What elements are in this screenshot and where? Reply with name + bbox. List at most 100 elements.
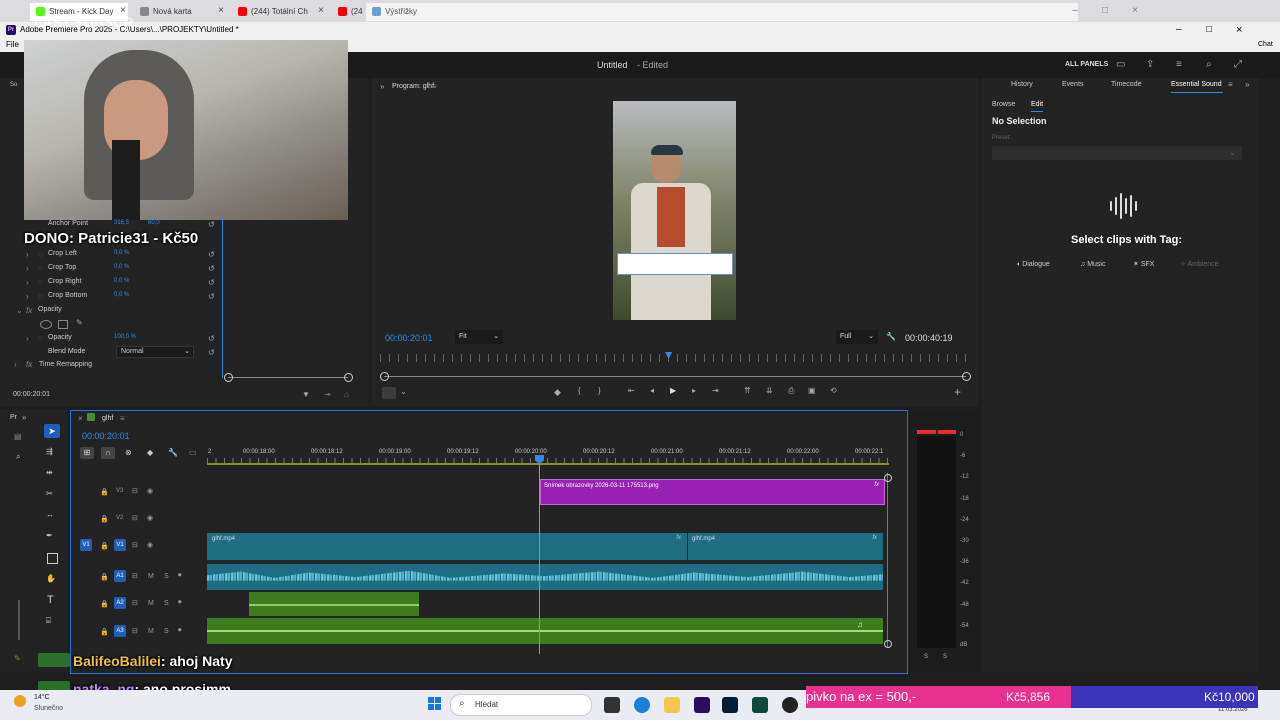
mute-icon[interactable]: M bbox=[148, 573, 154, 580]
reset-icon[interactable]: ↺ bbox=[208, 278, 215, 287]
reset-icon[interactable]: ↺ bbox=[208, 348, 215, 357]
timeline-scroll-track[interactable] bbox=[887, 473, 888, 647]
task-view-icon[interactable] bbox=[604, 697, 620, 713]
subtab-edit[interactable]: Edit bbox=[1031, 101, 1043, 108]
eye-icon[interactable]: ◉ bbox=[147, 514, 153, 522]
timeline-timecode[interactable]: 00:00:20:01 bbox=[82, 431, 130, 441]
chevron-right-icon[interactable]: › bbox=[26, 264, 29, 273]
anchor-y-value[interactable]: 60,0 bbox=[148, 220, 160, 226]
add-button-icon[interactable]: + bbox=[954, 385, 961, 399]
go-to-in-icon[interactable]: ⇤ bbox=[628, 386, 635, 395]
menu-icon[interactable]: ≡ bbox=[1228, 80, 1233, 89]
chevron-right-icon[interactable]: › bbox=[26, 278, 29, 287]
sync-lock-icon[interactable]: ⊟ bbox=[132, 514, 138, 522]
search-icon[interactable]: ⌕ bbox=[16, 452, 20, 462]
premiere-taskbar-icon[interactable] bbox=[694, 697, 710, 713]
reset-icon[interactable]: ↺ bbox=[208, 250, 215, 259]
wrench-icon[interactable]: 🔧 bbox=[886, 332, 896, 341]
lift-icon[interactable]: ⇈ bbox=[744, 386, 751, 395]
vr-icon[interactable]: ⟲ bbox=[830, 386, 837, 395]
fx-icon[interactable]: fx bbox=[676, 535, 681, 541]
mark-out-icon[interactable]: } bbox=[598, 386, 601, 395]
panel-scroll[interactable] bbox=[18, 600, 20, 640]
crop-left-value[interactable]: 0,0 % bbox=[114, 250, 129, 256]
timeline-ruler[interactable]: 2 00:00:18:00 00:00:18:12 00:00:19:00 00… bbox=[207, 444, 889, 466]
all-panels-button[interactable]: ALL PANELS bbox=[1065, 61, 1108, 68]
tag-sfx-button[interactable]: ✶ SFX bbox=[1133, 259, 1173, 271]
lock-icon[interactable]: 🔒 bbox=[100, 600, 109, 608]
tab-events[interactable]: Events bbox=[1062, 81, 1083, 88]
add-marker-icon[interactable]: ◆ bbox=[554, 387, 561, 398]
menu-icon[interactable]: ≡ bbox=[432, 82, 437, 91]
razor-tool-icon[interactable]: ✂ bbox=[46, 489, 53, 498]
slip-tool-icon[interactable]: ↔ bbox=[46, 510, 54, 519]
sync-lock-icon[interactable]: ⊟ bbox=[132, 541, 138, 549]
settings-icon[interactable]: ⌂ bbox=[344, 390, 349, 399]
sync-lock-icon[interactable]: ⊟ bbox=[132, 599, 138, 607]
fx-icon[interactable]: fx bbox=[872, 535, 877, 541]
track-label-a1[interactable]: A1 bbox=[114, 570, 126, 582]
effect-timecode[interactable]: 00:00:20:01 bbox=[13, 391, 50, 398]
step-back-icon[interactable]: ◂ bbox=[650, 386, 654, 395]
chevron-right-icon[interactable]: › bbox=[26, 292, 29, 301]
stopwatch-icon[interactable]: ◌ bbox=[38, 292, 43, 301]
close-tab-icon[interactable]: × bbox=[314, 3, 328, 19]
share-icon[interactable]: ⇪ bbox=[1146, 59, 1154, 71]
solo-right-button[interactable]: S bbox=[943, 654, 947, 660]
tab-essential-sound[interactable]: Essential Sound bbox=[1171, 81, 1222, 88]
minimize-icon[interactable]: – bbox=[1068, 3, 1082, 19]
browser-tab-youtube[interactable]: (244) Totální Ch bbox=[232, 3, 326, 21]
mute-icon[interactable]: M bbox=[148, 600, 154, 607]
solo-icon[interactable]: S bbox=[164, 600, 169, 607]
lock-icon[interactable]: 🔒 bbox=[100, 488, 109, 496]
chevron-down-icon[interactable]: ⌄ bbox=[400, 387, 407, 396]
crop-top-value[interactable]: 0,0 % bbox=[114, 264, 129, 270]
reset-icon[interactable]: ↺ bbox=[208, 292, 215, 301]
lock-icon[interactable]: 🔒 bbox=[100, 542, 109, 550]
video-clip[interactable]: glhf.mp4 fx bbox=[207, 533, 687, 560]
zoom-dropdown[interactable]: Fit ⌄ bbox=[455, 330, 503, 344]
sync-lock-icon[interactable]: ⊟ bbox=[132, 572, 138, 580]
tag-music-button[interactable]: ♫ Music bbox=[1080, 259, 1126, 271]
anchor-x-value[interactable]: 316,5 bbox=[114, 220, 129, 226]
audio-clip-a3[interactable]: ♫ bbox=[207, 618, 883, 644]
scroll-handle-right[interactable] bbox=[962, 372, 971, 381]
ripple-edit-tool-icon[interactable]: ⇹ bbox=[46, 468, 53, 477]
snap-icon[interactable]: ∩ bbox=[101, 447, 115, 459]
snipping-tool-window[interactable]: Výstřižky bbox=[366, 3, 1078, 21]
extract-icon[interactable]: ⇊ bbox=[766, 386, 773, 395]
reset-icon[interactable]: ↺ bbox=[208, 264, 215, 273]
pen-mask-icon[interactable]: ✎ bbox=[76, 318, 83, 327]
menu-file[interactable]: File bbox=[6, 38, 19, 52]
menu-icon[interactable]: ≡ bbox=[120, 414, 125, 423]
mute-icon[interactable]: M bbox=[148, 628, 154, 635]
tab-timecode[interactable]: Timecode bbox=[1111, 81, 1141, 88]
fullscreen-icon[interactable]: ⤢ bbox=[1234, 59, 1242, 71]
file-explorer-icon[interactable] bbox=[664, 697, 680, 713]
sync-lock-icon[interactable]: ⊟ bbox=[132, 487, 138, 495]
expand-icon[interactable]: » bbox=[22, 413, 26, 422]
pen-tool-icon[interactable]: ✒ bbox=[46, 531, 53, 540]
scroll-handle-left[interactable] bbox=[224, 373, 233, 382]
voiceover-mic-icon[interactable]: ⏺ bbox=[178, 627, 182, 635]
sync-lock-icon[interactable]: ⊟ bbox=[132, 627, 138, 635]
wrench-icon[interactable]: 🔧 bbox=[168, 448, 178, 457]
edge-icon[interactable] bbox=[634, 697, 650, 713]
hand-tool-icon[interactable]: ✋ bbox=[46, 574, 56, 583]
eye-icon[interactable]: ◉ bbox=[147, 487, 153, 495]
caption-tool-icon[interactable]: ⌸ bbox=[46, 616, 51, 626]
obs-icon[interactable] bbox=[782, 697, 798, 713]
app-icon[interactable] bbox=[752, 697, 768, 713]
preset-dropdown[interactable]: ⌄ bbox=[992, 146, 1242, 160]
eye-icon[interactable]: ◉ bbox=[147, 541, 153, 549]
program-scroll-track[interactable] bbox=[384, 376, 966, 377]
list-view-icon[interactable]: ▤ bbox=[14, 432, 22, 441]
tag-dialogue-button[interactable]: ◖ Dialogue bbox=[1016, 259, 1070, 271]
expand-icon[interactable]: » bbox=[380, 82, 384, 91]
program-ruler[interactable] bbox=[380, 354, 968, 362]
close-icon[interactable]: × bbox=[1236, 22, 1242, 38]
stopwatch-icon[interactable]: ◌ bbox=[38, 250, 43, 259]
sequence-tab[interactable]: glhf bbox=[102, 415, 113, 422]
voiceover-mic-icon[interactable]: ⏺ bbox=[178, 572, 182, 580]
solo-icon[interactable]: S bbox=[164, 628, 169, 635]
